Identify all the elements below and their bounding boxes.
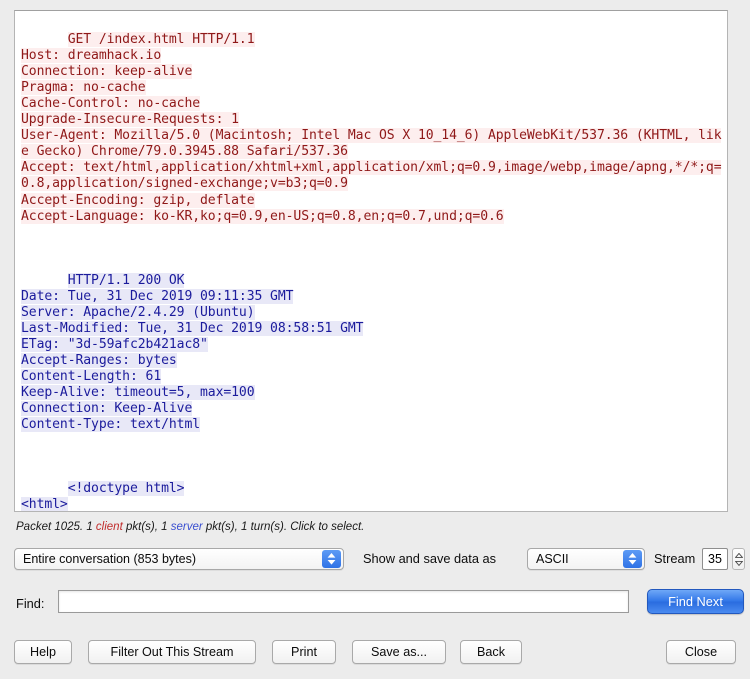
stream-line: Keep-Alive: timeout=5, max=100 (21, 385, 255, 400)
stream-number-label: Stream (654, 551, 695, 566)
stream-line: Date: Tue, 31 Dec 2019 09:11:35 GMT (21, 289, 293, 304)
server-response-headers-block: HTTP/1.1 200 OK Date: Tue, 31 Dec 2019 0… (21, 273, 363, 432)
print-button[interactable]: Print (272, 640, 336, 664)
conversation-select[interactable]: Entire conversation (853 bytes) (14, 548, 344, 570)
stream-line: <html> (21, 497, 68, 512)
find-input[interactable] (58, 590, 629, 613)
filter-out-stream-button[interactable]: Filter Out This Stream (88, 640, 256, 664)
close-button[interactable]: Close (666, 640, 736, 664)
data-format-select-value: ASCII (536, 549, 569, 569)
save-as-button[interactable]: Save as... (352, 640, 446, 664)
stream-line: Upgrade-Insecure-Requests: 1 (21, 112, 239, 127)
stream-line: Cache-Control: no-cache (21, 96, 200, 111)
find-label: Find: (16, 596, 44, 611)
client-request-block: GET /index.html HTTP/1.1 Host: dreamhack… (21, 32, 721, 224)
stream-line: Connection: Keep-Alive (21, 401, 192, 416)
dialog-button-row: Help Filter Out This Stream Print Save a… (14, 640, 736, 666)
stream-content-pane[interactable]: GET /index.html HTTP/1.1 Host: dreamhack… (14, 10, 728, 512)
conversation-select-value: Entire conversation (853 bytes) (23, 549, 196, 569)
stream-number-input[interactable]: 35 (702, 548, 728, 570)
stream-line: Connection: keep-alive (21, 64, 192, 79)
stepper-down-icon (735, 561, 743, 566)
stream-line: Pragma: no-cache (21, 80, 146, 95)
find-next-button[interactable]: Find Next (647, 589, 744, 614)
status-server-word: server (171, 521, 203, 533)
follow-stream-window: GET /index.html HTTP/1.1 Host: dreamhack… (0, 0, 750, 679)
stream-line: Server: Apache/2.4.29 (Ubuntu) (21, 305, 255, 320)
chevron-updown-icon (623, 550, 642, 568)
stream-line: User-Agent: Mozilla/5.0 (Macintosh; Inte… (21, 128, 721, 159)
stream-line: Last-Modified: Tue, 31 Dec 2019 08:58:51… (21, 321, 363, 336)
show-and-save-label: Show and save data as (363, 551, 496, 566)
stepper-up-icon (735, 553, 743, 558)
status-mid: pkt(s), 1 (123, 521, 171, 533)
stream-line: HTTP/1.1 200 OK (68, 273, 185, 288)
find-row: Find: Find Next (14, 590, 736, 616)
stream-line: Content-Length: 61 (21, 369, 161, 384)
stream-line: ETag: "3d-59afc2b421ac8" (21, 337, 208, 352)
stream-line: Accept-Language: ko-KR,ko;q=0.9,en-US;q=… (21, 209, 504, 224)
stream-number-stepper[interactable] (732, 548, 745, 570)
help-button[interactable]: Help (14, 640, 72, 664)
packet-status-line: Packet 1025. 1 client pkt(s), 1 server p… (16, 521, 364, 533)
stream-line: Accept-Ranges: bytes (21, 353, 177, 368)
stream-line: Accept-Encoding: gzip, deflate (21, 193, 255, 208)
stream-line: Accept: text/html,application/xhtml+xml,… (21, 160, 721, 191)
status-prefix: Packet 1025. 1 (16, 521, 96, 533)
status-suffix: pkt(s), 1 turn(s). Click to select. (203, 521, 365, 533)
stream-line: Host: dreamhack.io (21, 48, 161, 63)
chevron-updown-icon (322, 550, 341, 568)
blank-separator-2 (21, 449, 727, 465)
stream-line: <!doctype html> (68, 481, 185, 496)
status-client-word: client (96, 521, 123, 533)
stream-line: Content-Type: text/html (21, 417, 200, 432)
server-response-body-block: <!doctype html> <html> <head> </head> <b… (21, 481, 184, 512)
back-button[interactable]: Back (460, 640, 522, 664)
stream-line: GET /index.html HTTP/1.1 (68, 32, 255, 47)
data-format-select[interactable]: ASCII (527, 548, 645, 570)
blank-separator-1 (21, 241, 727, 257)
stream-text[interactable]: GET /index.html HTTP/1.1 Host: dreamhack… (21, 16, 727, 512)
stream-options-row: Entire conversation (853 bytes) Show and… (14, 546, 736, 572)
